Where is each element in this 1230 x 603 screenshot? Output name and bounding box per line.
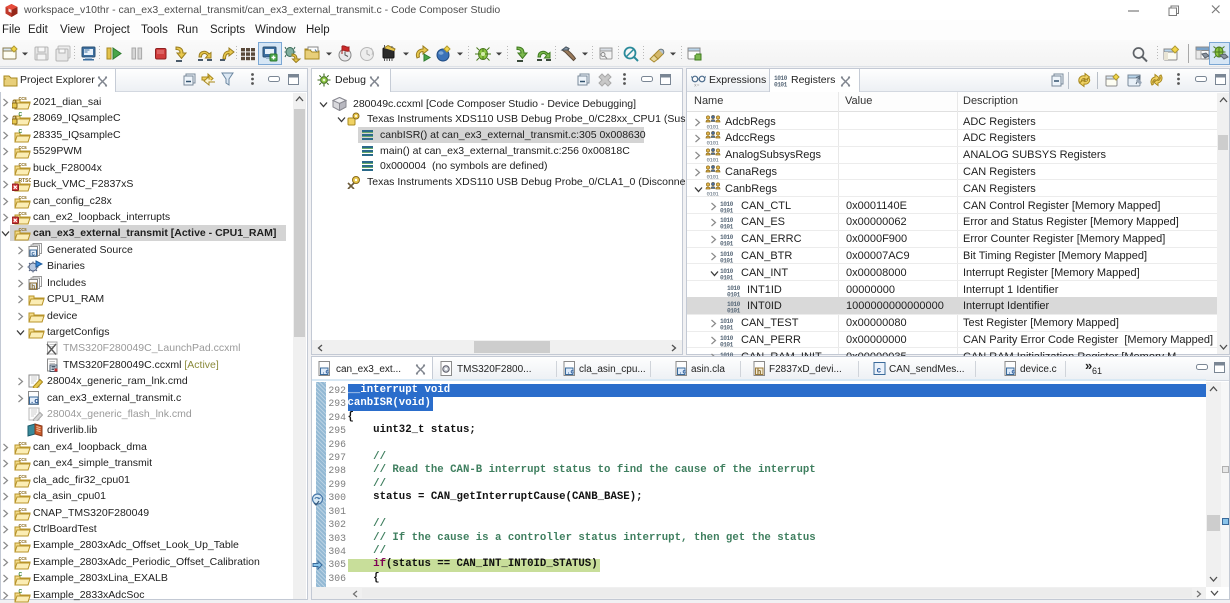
svg-text:0101: 0101 <box>720 258 734 264</box>
svg-text:0101: 0101 <box>707 140 720 146</box>
svg-text:0101: 0101 <box>707 174 720 180</box>
svg-text:ccs: ccs <box>19 507 28 513</box>
svg-text:h: h <box>31 283 35 290</box>
svg-text:x=: x= <box>694 84 700 88</box>
svg-text:0101: 0101 <box>720 325 734 331</box>
svg-text:0101: 0101 <box>720 207 734 213</box>
svg-text:0101: 0101 <box>720 342 734 348</box>
svg-text:RTSC: RTSC <box>19 178 32 184</box>
svg-text:0101: 0101 <box>774 82 788 88</box>
svg-text:ccs: ccs <box>19 556 28 562</box>
svg-text:ccs: ccs <box>19 211 28 217</box>
svg-text:ccs: ccs <box>19 145 28 151</box>
svg-text:ccs: ccs <box>19 490 28 496</box>
svg-text:0101: 0101 <box>707 157 720 163</box>
svg-text:ccs: ccs <box>19 523 28 529</box>
svg-text:.c: .c <box>1008 369 1016 376</box>
svg-text:C: C <box>19 129 23 135</box>
svg-text:0101: 0101 <box>727 291 741 297</box>
svg-text:.c: .c <box>567 369 575 376</box>
svg-text:ccs: ccs <box>19 227 28 233</box>
svg-text:ccs: ccs <box>19 96 28 102</box>
svg-text:ccs: ccs <box>19 474 28 480</box>
svg-text:C: C <box>19 112 23 118</box>
svg-text:.c: .c <box>679 369 687 376</box>
svg-text:0101: 0101 <box>707 190 720 196</box>
svg-text:c: c <box>31 250 35 257</box>
svg-text:ccs: ccs <box>19 195 28 201</box>
svg-text:C: C <box>19 572 23 578</box>
svg-text:h: h <box>757 369 761 376</box>
svg-text:C: C <box>19 589 23 595</box>
svg-text:.c: .c <box>322 369 330 376</box>
svg-text:ccs: ccs <box>19 162 28 168</box>
svg-text:0101: 0101 <box>720 274 734 280</box>
svg-text:ccs: ccs <box>19 441 28 447</box>
svg-text:0101: 0101 <box>707 123 720 129</box>
svg-text:c: c <box>877 367 882 376</box>
svg-text:0101: 0101 <box>720 224 734 230</box>
svg-text:0101: 0101 <box>727 308 741 314</box>
svg-text:.c: .c <box>30 398 38 405</box>
svg-text:ccs: ccs <box>19 539 28 545</box>
svg-text:ccs: ccs <box>19 457 28 463</box>
svg-text:0101: 0101 <box>720 241 734 247</box>
